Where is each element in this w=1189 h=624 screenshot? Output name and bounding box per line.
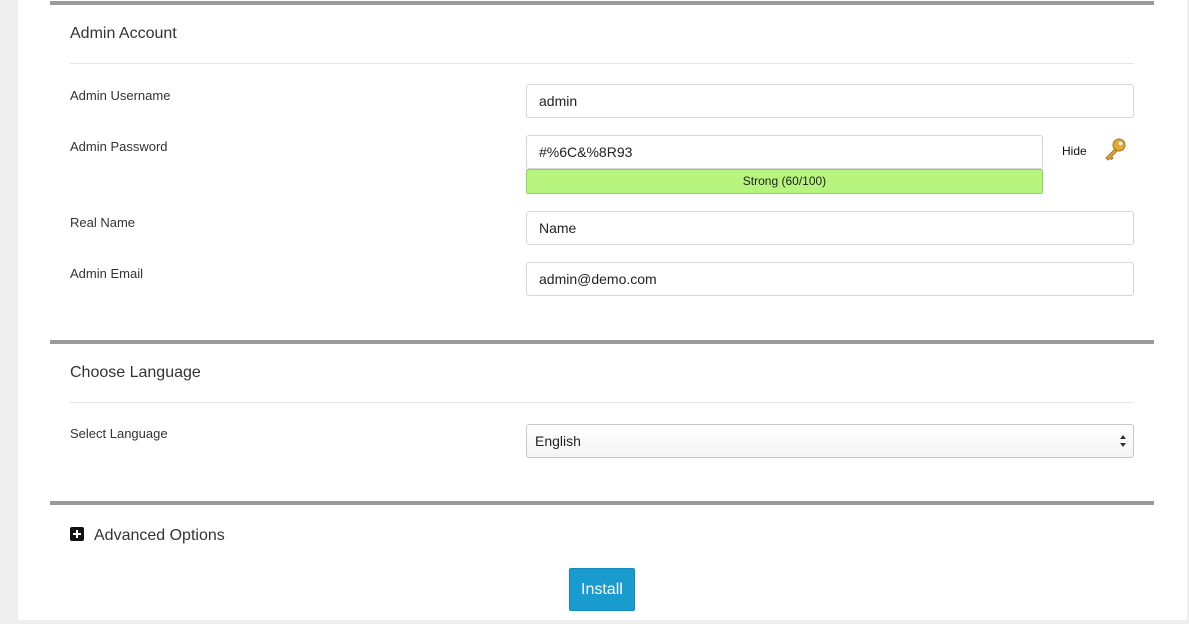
password-strength-meter: Strong (60/100) [526,169,1043,194]
advanced-options-label: Advanced Options [94,527,225,544]
hide-password-button[interactable]: Hide [1062,144,1087,158]
section-divider [70,63,1134,64]
select-language-label: Select Language [70,426,168,441]
installer-page: Admin Account Admin Username admin Admin… [18,0,1187,620]
select-arrows-icon [1120,435,1126,447]
choose-language-section: Choose Language Select Language English [50,340,1154,502]
admin-account-section: Admin Account Admin Username admin Admin… [50,1,1154,341]
admin-username-label: Admin Username [70,88,171,103]
language-select-value: English [535,433,581,449]
install-button[interactable]: Install [569,568,635,611]
section-title-admin-account: Admin Account [70,25,177,42]
section-divider [70,402,1134,403]
admin-email-input[interactable]: admin@demo.com [526,262,1134,296]
real-name-input[interactable]: Name [526,211,1134,245]
real-name-label: Real Name [70,215,136,230]
admin-password-input[interactable]: #%6C&%8R93 [526,135,1043,169]
advanced-options-toggle[interactable]: Advanced Options [70,527,225,545]
admin-username-input[interactable]: admin [526,84,1134,118]
plus-square-icon [70,527,84,541]
admin-password-label: Admin Password [70,139,168,154]
password-strength-text: Strong (60/100) [742,174,827,188]
language-select[interactable]: English [526,424,1134,458]
section-title-choose-language: Choose Language [70,364,201,381]
admin-email-label: Admin Email [70,266,143,281]
key-icon[interactable] [1102,136,1128,162]
